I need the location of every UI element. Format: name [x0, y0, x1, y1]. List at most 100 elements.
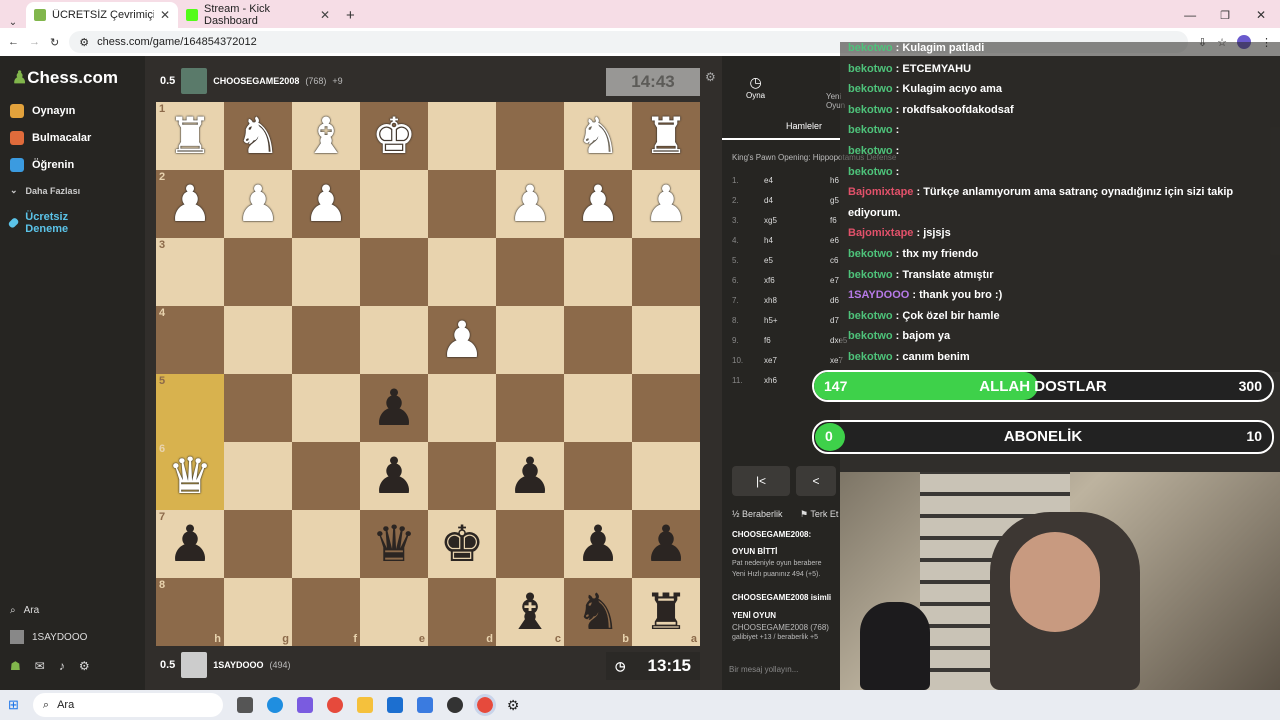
chat-username[interactable]: bekotwo: [848, 124, 893, 136]
nav-more[interactable]: ⌄ Daha Fazlası: [10, 185, 80, 196]
tab-chess[interactable]: ÜCRETSİZ Çevrimiçi Satranç Oy ✕: [26, 2, 178, 28]
board-square[interactable]: [360, 170, 428, 238]
move-san[interactable]: f6: [764, 336, 771, 345]
board-square[interactable]: ♟: [496, 442, 564, 510]
move-san[interactable]: f6: [830, 216, 837, 225]
move-san[interactable]: xe7: [764, 356, 777, 365]
board-square[interactable]: [292, 306, 360, 374]
move-san[interactable]: d7: [830, 316, 839, 325]
white-knight-piece[interactable]: ♞: [236, 111, 281, 161]
bottom-player-avatar[interactable]: [181, 652, 208, 678]
board-square[interactable]: [632, 238, 700, 306]
board-square[interactable]: [496, 374, 564, 442]
board-settings-icon[interactable]: ⚙: [705, 70, 716, 84]
tab-play[interactable]: ◷ Oyna: [746, 74, 765, 100]
black-rook-piece[interactable]: ♜: [644, 587, 689, 637]
white-rook-piece[interactable]: ♜: [644, 111, 689, 161]
white-pawn-piece[interactable]: ♟: [304, 179, 349, 229]
board-square[interactable]: [224, 510, 292, 578]
board-square[interactable]: [428, 102, 496, 170]
mail-icon[interactable]: ✉: [35, 659, 45, 673]
white-rook-piece[interactable]: ♜: [168, 111, 213, 161]
chat-username[interactable]: bekotwo: [848, 330, 893, 342]
board-square[interactable]: [292, 374, 360, 442]
white-knight-piece[interactable]: ♞: [576, 111, 621, 161]
board-square[interactable]: [292, 238, 360, 306]
top-player-name[interactable]: CHOOSEGAME2008: [213, 76, 299, 86]
board-square[interactable]: [496, 102, 564, 170]
sidebar-user[interactable]: 1SAYDOOO: [10, 630, 87, 644]
black-pawn-piece[interactable]: ♟: [576, 519, 621, 569]
bell-icon[interactable]: ♪: [59, 659, 65, 673]
bottom-player-name[interactable]: 1SAYDOOO: [213, 660, 263, 670]
draw-button[interactable]: ½ Beraberlik: [732, 509, 783, 519]
chat-username[interactable]: bekotwo: [848, 269, 893, 281]
nav-puzzles[interactable]: Bulmacalar: [10, 131, 91, 145]
move-san[interactable]: xf6: [764, 276, 775, 285]
board-square[interactable]: [224, 442, 292, 510]
move-san[interactable]: xh6: [764, 376, 777, 385]
chat-username[interactable]: bekotwo: [848, 104, 893, 116]
first-move-button[interactable]: |<: [732, 466, 790, 496]
move-san[interactable]: d6: [830, 296, 839, 305]
board-square[interactable]: ♟: [632, 170, 700, 238]
taskbar-search[interactable]: ⌕ Ara: [32, 693, 223, 717]
board-square[interactable]: 7 ♟: [156, 510, 224, 578]
board-square[interactable]: 5: [156, 374, 224, 442]
white-pawn-piece[interactable]: ♟: [236, 179, 281, 229]
board-square[interactable]: ♚: [360, 102, 428, 170]
chat-username[interactable]: bekotwo: [848, 63, 893, 75]
board-square[interactable]: ♚: [428, 510, 496, 578]
top-player-avatar[interactable]: [181, 68, 208, 94]
edge-icon[interactable]: [266, 697, 283, 713]
chat-username[interactable]: bekotwo: [848, 310, 893, 322]
chat-username[interactable]: bekotwo: [848, 351, 893, 363]
board-square[interactable]: [428, 170, 496, 238]
board-square[interactable]: b ♞: [564, 578, 632, 646]
move-san[interactable]: xh8: [764, 296, 777, 305]
chess-board[interactable]: 1 ♜ ♞ ♝ ♚ ♞ ♜ 2 ♟ ♟ ♟ ♟ ♟ ♟ 3 4 ♟ 5 ♟ 6 ♛ ♟ ♟ 7 ♟ ♛ ♚ ♟ ♟ 8 h g f e d c ♝ b ♞ a…: [156, 102, 700, 646]
board-square[interactable]: ♜: [632, 102, 700, 170]
board-square[interactable]: [360, 238, 428, 306]
chat-username[interactable]: Bajomixtape: [848, 186, 913, 198]
board-square[interactable]: [564, 238, 632, 306]
move-san[interactable]: e4: [764, 176, 773, 185]
black-bishop-piece[interactable]: ♝: [508, 587, 553, 637]
move-san[interactable]: h6: [830, 176, 839, 185]
chrome-profile-icon[interactable]: [473, 694, 496, 716]
black-pawn-piece[interactable]: ♟: [508, 451, 553, 501]
board-square[interactable]: [496, 306, 564, 374]
chat-username[interactable]: bekotwo: [848, 83, 893, 95]
settings-app-icon[interactable]: ⚙: [507, 697, 520, 714]
task-view-icon[interactable]: [236, 697, 253, 713]
board-square[interactable]: ♟: [564, 170, 632, 238]
board-square[interactable]: [496, 238, 564, 306]
file-explorer-icon[interactable]: [356, 697, 373, 713]
white-king-piece[interactable]: ♚: [372, 111, 417, 161]
move-san[interactable]: c6: [830, 256, 838, 265]
board-square[interactable]: ♟: [564, 510, 632, 578]
chat-username[interactable]: bekotwo: [848, 145, 893, 157]
board-square[interactable]: ♞: [564, 102, 632, 170]
move-san[interactable]: e7: [830, 276, 839, 285]
board-square[interactable]: ♟: [632, 510, 700, 578]
move-san[interactable]: d4: [764, 196, 773, 205]
chess-logo[interactable]: ♟Chess.com: [12, 68, 118, 88]
board-square[interactable]: [428, 374, 496, 442]
board-square[interactable]: [564, 374, 632, 442]
board-square[interactable]: 4: [156, 306, 224, 374]
obs-icon[interactable]: [446, 697, 463, 713]
move-san[interactable]: xg5: [764, 216, 777, 225]
board-square[interactable]: [632, 442, 700, 510]
black-pawn-piece[interactable]: ♟: [644, 519, 689, 569]
board-square[interactable]: 2 ♟: [156, 170, 224, 238]
new-tab-icon[interactable]: +: [338, 7, 363, 28]
sidebar-search[interactable]: ⌕ Ara: [10, 605, 39, 616]
back-icon[interactable]: ←: [8, 36, 19, 48]
windows-start-icon[interactable]: ⊞: [8, 697, 19, 713]
nav-free-trial[interactable]: Ücretsiz Deneme: [7, 211, 90, 235]
board-square[interactable]: 8h: [156, 578, 224, 646]
black-pawn-piece[interactable]: ♟: [372, 383, 417, 433]
board-square[interactable]: ♟: [292, 170, 360, 238]
forward-icon[interactable]: →: [29, 36, 40, 48]
